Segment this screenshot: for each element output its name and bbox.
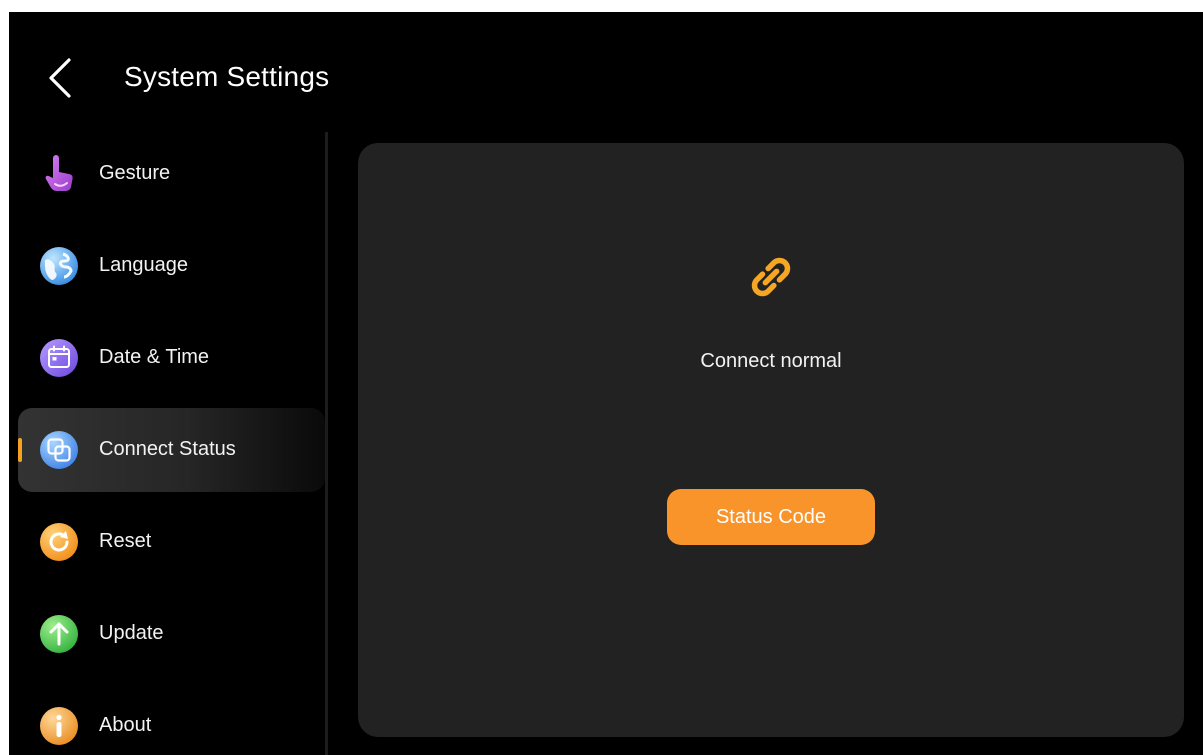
sidebar-item-date-time[interactable]: Date & Time [18,316,325,400]
sidebar-item-connect-status[interactable]: Connect Status [18,408,325,492]
sidebar-item-language[interactable]: Language [18,224,325,308]
reset-icon [39,522,79,562]
sidebar-item-label: About [99,714,152,736]
info-icon [39,706,79,746]
sidebar: Gesture Language Date & Time Connect Sta… [9,132,325,755]
page-title: System Settings [124,61,330,92]
sidebar-divider [325,132,328,755]
sidebar-item-label: Gesture [99,162,171,184]
connect-status-icon [39,430,79,470]
sidebar-item-label: Connect Status [99,438,236,460]
calendar-icon [39,338,79,378]
header: System Settings [9,12,1203,132]
globe-icon [39,246,79,286]
active-indicator [18,438,22,462]
sidebar-item-label: Reset [99,530,152,552]
sidebar-item-label: Language [99,254,188,276]
update-arrow-icon [39,614,79,654]
sidebar-item-label: Date & Time [99,346,210,368]
status-code-button[interactable]: Status Code [667,489,875,545]
chevron-left-icon [49,58,71,98]
sidebar-item-gesture[interactable]: Gesture [18,132,325,216]
gesture-hand-icon [39,154,79,194]
screen: System Settings Gesture Language Date & … [9,12,1203,755]
sidebar-item-update[interactable]: Update [18,592,325,676]
link-icon [741,247,801,307]
sidebar-item-reset[interactable]: Reset [18,500,325,584]
sidebar-item-about[interactable]: About [18,684,325,755]
connect-status-text: Connect normal [700,350,842,372]
sidebar-item-label: Update [99,622,164,644]
back-button[interactable] [39,54,79,102]
connect-status-panel: Connect normal Status Code [358,143,1184,737]
